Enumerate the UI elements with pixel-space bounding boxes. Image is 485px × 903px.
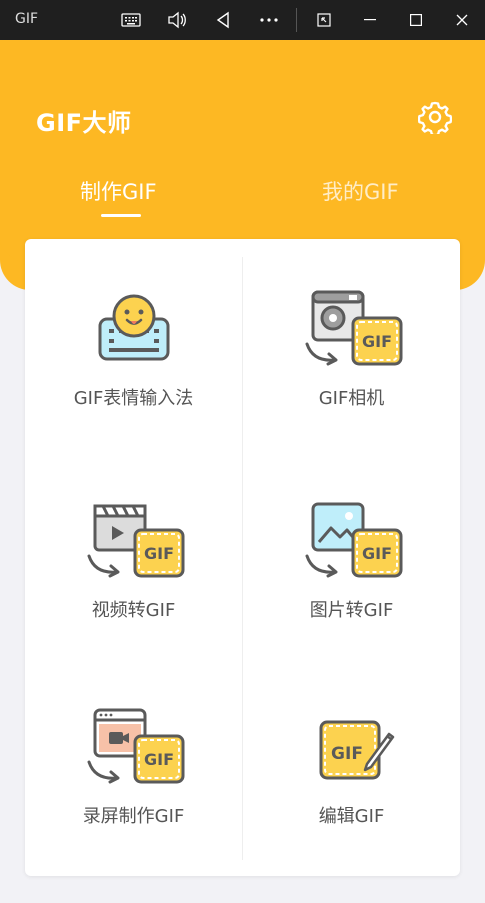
- tab-make-gif[interactable]: 制作GIF: [80, 176, 157, 206]
- gif-badge-text: GIF: [143, 544, 173, 563]
- settings-button[interactable]: [415, 97, 455, 137]
- tool-tile-gif-camera[interactable]: GIF GIF相机: [243, 239, 460, 449]
- restore-icon: [317, 13, 331, 27]
- window-title-bar: GIF: [0, 0, 485, 40]
- minimize-button[interactable]: [352, 0, 388, 40]
- tool-label: GIF相机: [318, 388, 385, 409]
- tool-label: 编辑GIF: [318, 806, 385, 827]
- gif-badge-text: GIF: [143, 750, 173, 769]
- page-title: GIF大师: [36, 109, 132, 137]
- minimize-icon: [364, 19, 376, 21]
- tool-tile-video-to-gif[interactable]: GIF 视频转GIF: [25, 451, 242, 661]
- tool-tile-edit-gif[interactable]: GIF 编辑GIF: [243, 657, 460, 867]
- volume-button[interactable]: [159, 0, 195, 40]
- tool-label: 视频转GIF: [91, 600, 176, 621]
- title-bar-separator: [296, 8, 297, 32]
- gif-badge-text: GIF: [331, 744, 363, 764]
- tool-label: GIF表情输入法: [73, 388, 194, 409]
- tab-my-gif[interactable]: 我的GIF: [322, 176, 399, 206]
- tool-label: 录屏制作GIF: [82, 806, 185, 827]
- gif-badge-text: GIF: [361, 544, 391, 563]
- more-icon: [260, 18, 278, 22]
- window-app-label: GIF: [15, 11, 39, 27]
- gif-badge-text: GIF: [361, 332, 391, 351]
- keyboard-button[interactable]: [113, 0, 149, 40]
- video-to-gif-icon: GIF: [87, 504, 184, 578]
- tool-tile-screen-record-gif[interactable]: GIF 录屏制作GIF: [25, 657, 242, 867]
- close-button[interactable]: [444, 0, 480, 40]
- speaker-icon: [168, 11, 186, 29]
- maximize-button[interactable]: [398, 0, 434, 40]
- back-icon: [216, 11, 229, 29]
- camera-gif-icon: GIF: [305, 290, 402, 366]
- maximize-icon: [410, 14, 422, 26]
- restore-button[interactable]: [306, 0, 342, 40]
- keyboard-icon: [121, 13, 141, 27]
- tool-tile-gif-emoji-input[interactable]: GIF表情输入法: [25, 239, 242, 449]
- close-icon: [456, 14, 468, 26]
- tools-card: GIF表情输入法 GIF GIF相机 GIF 视频转GIF GIF 图片转GIF…: [25, 239, 460, 876]
- screen-record-gif-icon: GIF: [87, 708, 184, 784]
- active-tab-indicator: [101, 214, 141, 217]
- image-to-gif-icon: GIF: [305, 502, 402, 578]
- gear-icon: [418, 101, 452, 134]
- back-button[interactable]: [205, 0, 241, 40]
- more-button[interactable]: [251, 0, 287, 40]
- tool-tile-image-to-gif[interactable]: GIF 图片转GIF: [243, 451, 460, 661]
- emoji-keyboard-icon: [98, 294, 169, 361]
- tool-label: 图片转GIF: [309, 600, 394, 621]
- edit-gif-icon: GIF: [319, 720, 394, 780]
